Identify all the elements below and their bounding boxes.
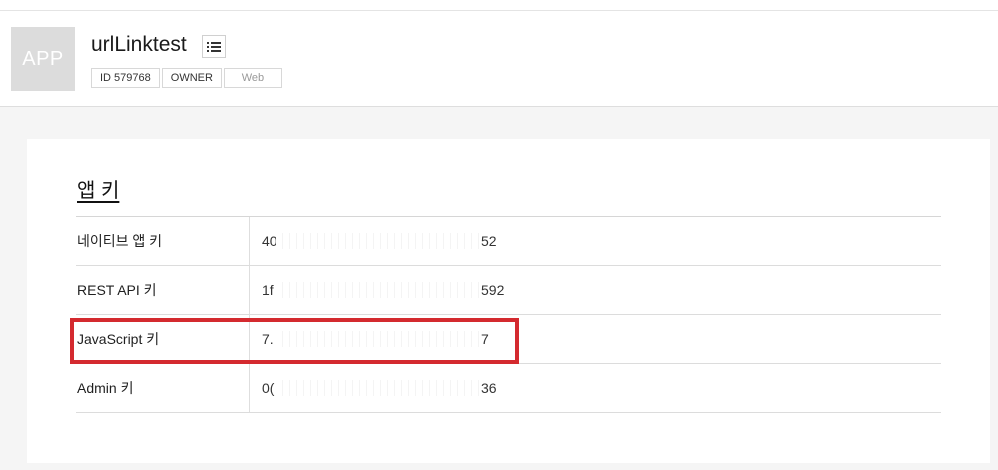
key-value[interactable]: 0( 36: [250, 364, 497, 412]
key-label: 네이티브 앱 키: [76, 217, 250, 265]
key-value-start: 40: [262, 233, 276, 249]
app-menu-button[interactable]: [202, 35, 226, 58]
key-value-end: 36: [481, 380, 497, 396]
key-value-start: 1f: [262, 282, 274, 298]
app-id-badge: ID 579768: [91, 68, 160, 88]
role-badge: OWNER: [161, 68, 222, 88]
key-row-native: 네이티브 앱 키 40 52: [76, 217, 941, 266]
section-title: 앱 키: [77, 180, 120, 202]
app-keys-table: 네이티브 앱 키 40 52 REST API 키 1f 592 JavaScr…: [76, 216, 941, 413]
key-row-rest-api: REST API 키 1f 592: [76, 266, 941, 315]
key-value[interactable]: 1f 592: [250, 266, 504, 314]
key-value-redaction: [276, 380, 481, 396]
key-value-end: 52: [481, 233, 497, 249]
platform-badge: Web: [223, 68, 282, 88]
key-value[interactable]: 40 52: [250, 217, 497, 265]
key-value-end: 7: [481, 331, 489, 347]
key-label: JavaScript 키: [76, 315, 250, 363]
key-value-redaction: [276, 282, 481, 298]
key-value-start: 0(: [262, 380, 275, 396]
key-value-redaction: [276, 331, 481, 347]
top-bar: [0, 0, 998, 11]
app-keys-card: 앱 키 네이티브 앱 키 40 52 REST API 키 1f 592 Jav…: [27, 139, 990, 463]
key-label: Admin 키: [76, 364, 250, 412]
key-label: REST API 키: [76, 266, 250, 314]
key-value[interactable]: 7. 7: [250, 315, 489, 363]
app-badges: ID 579768 OWNER Web: [91, 68, 282, 88]
list-icon: [207, 41, 221, 52]
app-header: APP urlLinktest ID 579768 OWNER Web: [0, 11, 998, 107]
key-value-end: 592: [481, 282, 505, 298]
app-title: urlLinktest: [91, 33, 187, 56]
app-thumbnail[interactable]: APP: [11, 27, 75, 91]
key-value-start: 7.: [262, 331, 274, 347]
key-value-redaction: [276, 233, 481, 249]
key-row-javascript: JavaScript 키 7. 7: [76, 315, 941, 364]
key-row-admin: Admin 키 0( 36: [76, 364, 941, 413]
